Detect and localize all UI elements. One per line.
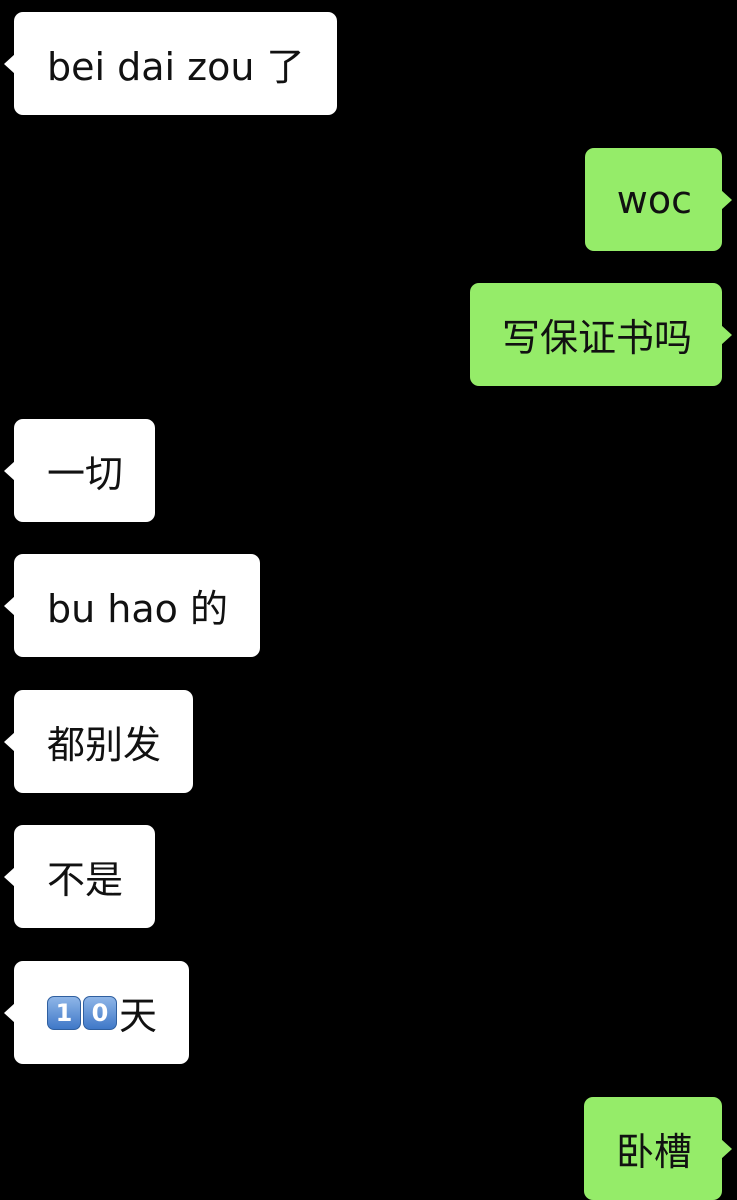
message-received[interactable]: 1 0 天 — [4, 961, 190, 1064]
message-bubble[interactable]: 都别发 — [4, 690, 194, 793]
message-text: 不是 — [47, 858, 124, 902]
bubble-tail — [4, 461, 15, 481]
message-text: 卧槽 — [615, 1130, 692, 1174]
bubble-tail — [721, 1139, 732, 1159]
keycap-0-emoji: 0 — [83, 995, 117, 1030]
message-received[interactable]: bu hao 的 — [4, 554, 260, 657]
keycap-1-emoji: 1 — [47, 995, 81, 1030]
message-text: 一切 — [47, 452, 124, 496]
message-sent[interactable]: 写保证书吗 — [469, 283, 732, 386]
message-bubble[interactable]: 写保证书吗 — [469, 283, 732, 386]
message-bubble[interactable]: 1 0 天 — [4, 961, 190, 1064]
bubble-tail — [4, 732, 15, 752]
message-sent[interactable]: 卧槽 — [583, 1097, 732, 1200]
chat-message-list[interactable]: bei dai zou 了 woc 写保证书吗 一切 bu hao 的 都别发 — [0, 0, 737, 1200]
message-received[interactable]: 不是 — [4, 825, 156, 928]
message-bubble[interactable]: 卧槽 — [583, 1097, 732, 1200]
message-bubble[interactable]: bu hao 的 — [4, 554, 260, 657]
message-text: 都别发 — [47, 723, 162, 767]
bubble-tail — [4, 1003, 15, 1023]
bubble-tail — [4, 54, 15, 74]
bubble-tail — [721, 190, 732, 210]
message-text: 写保证书吗 — [501, 316, 692, 360]
message-bubble[interactable]: bei dai zou 了 — [4, 12, 337, 115]
message-received[interactable]: 一切 — [4, 419, 156, 522]
message-bubble[interactable]: woc — [584, 148, 732, 251]
message-bubble[interactable]: 不是 — [4, 825, 156, 928]
message-content: 1 0 天 — [47, 985, 157, 1040]
message-text: woc — [616, 177, 692, 222]
message-received[interactable]: bei dai zou 了 — [4, 12, 337, 115]
message-sent[interactable]: woc — [584, 148, 732, 251]
message-bubble[interactable]: 一切 — [4, 419, 156, 522]
message-text: bu hao 的 — [47, 587, 228, 631]
message-text: bei dai zou 了 — [47, 45, 305, 89]
bubble-tail — [721, 325, 732, 345]
bubble-tail — [4, 596, 15, 616]
message-text: 天 — [119, 994, 158, 1038]
bubble-tail — [4, 867, 15, 887]
message-received[interactable]: 都别发 — [4, 690, 194, 793]
